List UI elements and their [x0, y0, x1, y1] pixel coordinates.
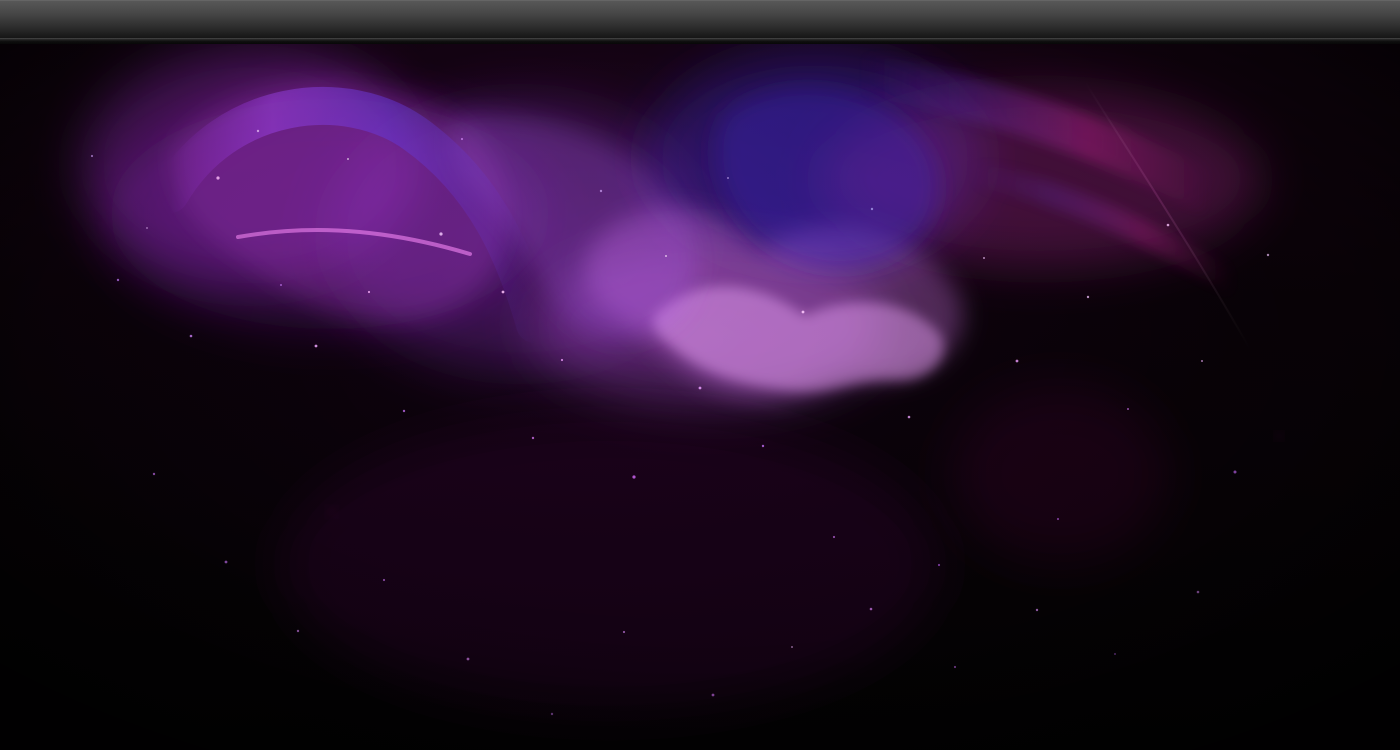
top-bar-divider	[0, 38, 1400, 44]
page	[0, 0, 1400, 750]
space-background	[0, 44, 1400, 750]
nebula-illustration	[0, 44, 1400, 750]
vignette-overlay	[0, 44, 1400, 750]
top-bar	[0, 0, 1400, 38]
